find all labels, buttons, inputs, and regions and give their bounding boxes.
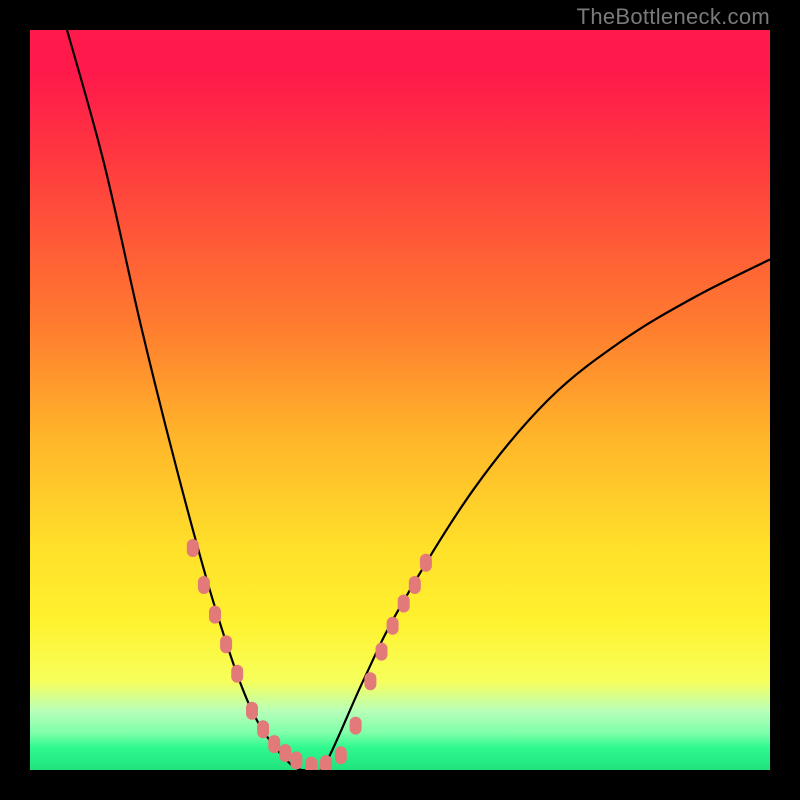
- curve-marker: [364, 672, 376, 690]
- curve-marker: [335, 746, 347, 764]
- curve-marker: [320, 755, 332, 770]
- plot-area: [30, 30, 770, 770]
- curve-marker: [290, 751, 302, 769]
- curve-marker: [305, 757, 317, 770]
- curve-marker: [279, 744, 291, 762]
- curve-marker: [246, 702, 258, 720]
- curve-marker: [420, 554, 432, 572]
- curve-markers: [187, 539, 432, 770]
- curve-marker: [209, 606, 221, 624]
- curve-marker: [268, 735, 280, 753]
- watermark-text: TheBottleneck.com: [577, 4, 770, 30]
- curve-marker: [220, 635, 232, 653]
- curve-marker: [198, 576, 210, 594]
- curve-svg: [30, 30, 770, 770]
- curve-marker: [257, 720, 269, 738]
- curve-marker: [187, 539, 199, 557]
- curve-marker: [350, 717, 362, 735]
- curve-marker: [231, 665, 243, 683]
- curve-marker: [387, 617, 399, 635]
- curve-marker: [376, 643, 388, 661]
- bottleneck-curve: [67, 30, 770, 770]
- curve-marker: [409, 576, 421, 594]
- chart-frame: TheBottleneck.com: [0, 0, 800, 800]
- curve-marker: [398, 595, 410, 613]
